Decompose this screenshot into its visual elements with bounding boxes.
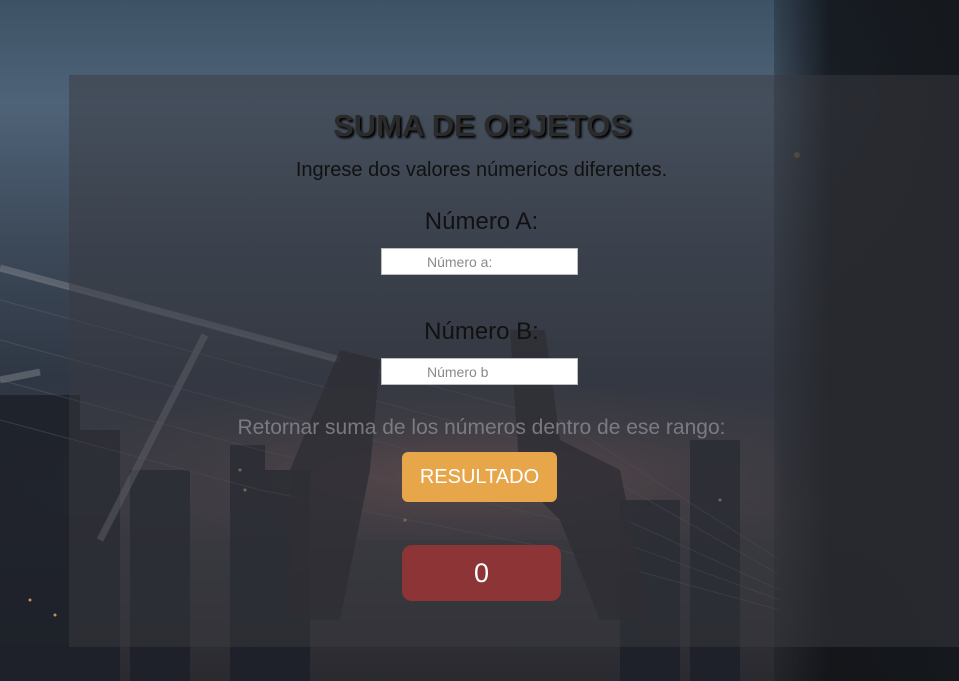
result-button[interactable]: RESULTADO	[402, 452, 557, 502]
number-a-label: Número A:	[424, 208, 539, 235]
range-instruction: Retornar suma de los números dentro de e…	[237, 416, 726, 439]
page-subtitle: Ingrese dos valores númericos diferentes…	[295, 159, 668, 181]
page-title: SUMA DE OBJETOS	[333, 108, 631, 143]
result-output: 0	[402, 545, 561, 601]
number-b-input[interactable]	[381, 358, 578, 385]
number-a-input[interactable]	[381, 248, 578, 275]
number-b-label: Número B:	[424, 318, 539, 345]
